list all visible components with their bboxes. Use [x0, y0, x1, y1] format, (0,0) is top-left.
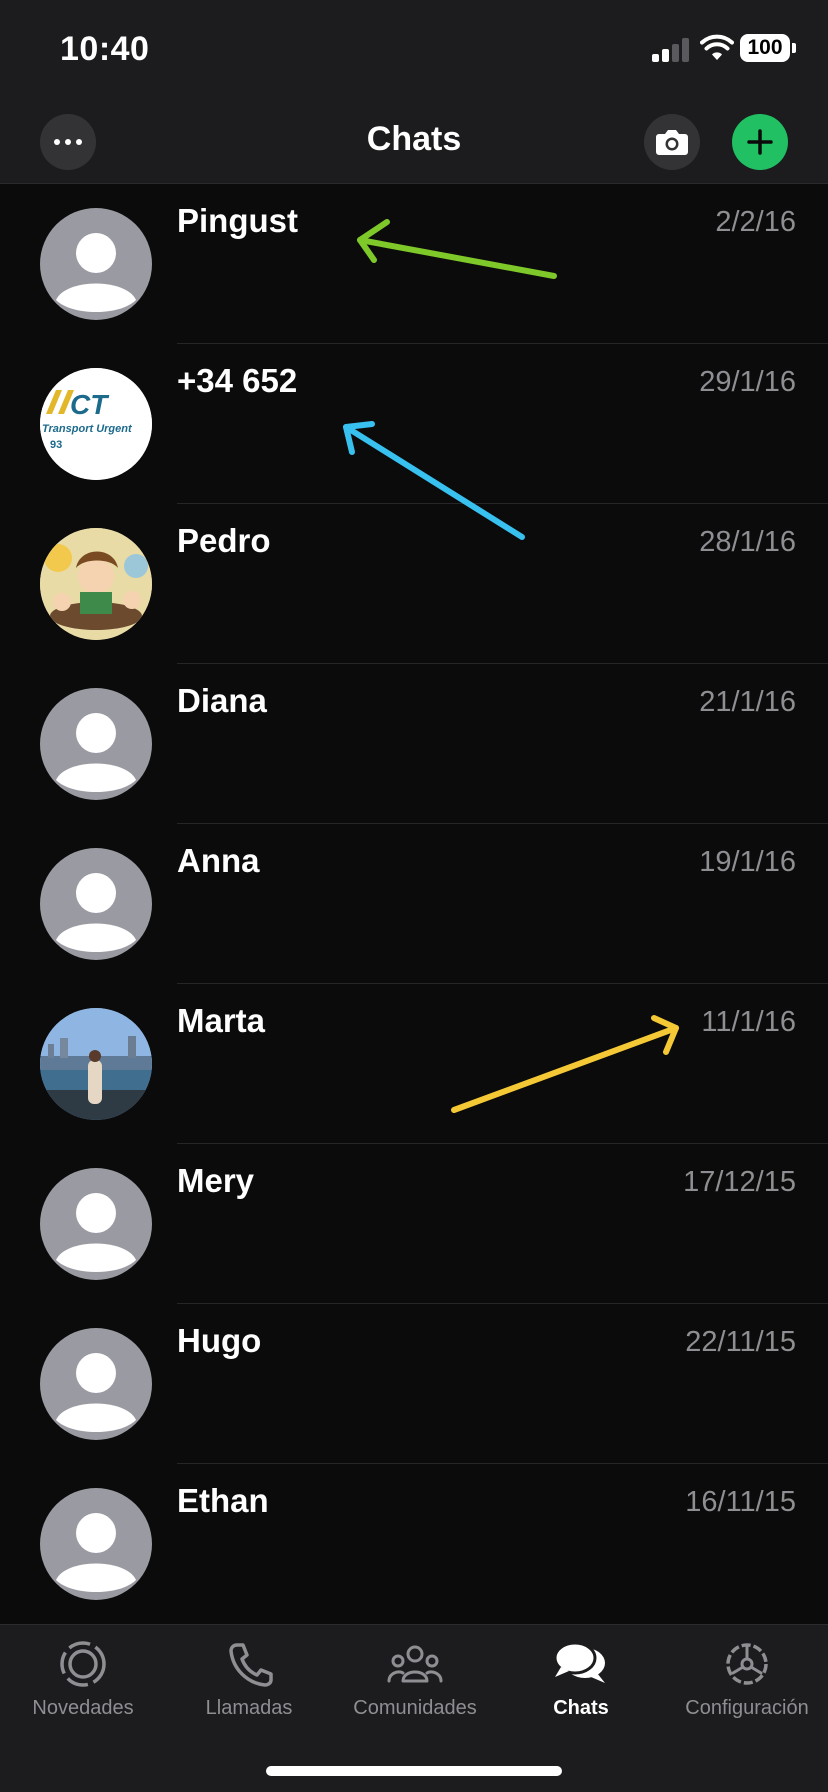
- chat-name: Hugo: [177, 1322, 262, 1359]
- status-bar: 10:40 100: [0, 0, 828, 100]
- status-time: 10:40: [60, 30, 150, 68]
- chat-name: Diana: [177, 682, 267, 719]
- new-chat-button[interactable]: [732, 114, 788, 170]
- svg-text:CT: CT: [70, 389, 110, 420]
- chat-row-marta[interactable]: Marta 11/1/16: [0, 984, 828, 1144]
- tab-label: Novedades: [32, 1697, 134, 1719]
- tab-configuracion[interactable]: Configuración: [664, 1639, 828, 1720]
- logo-text: 93: [50, 439, 62, 451]
- chat-date: 28/1/16: [699, 526, 796, 558]
- tab-llamadas[interactable]: Llamadas: [166, 1639, 332, 1720]
- cartoon-avatar: [40, 528, 152, 640]
- chat-name: Marta: [177, 1002, 266, 1039]
- chat-row-hugo[interactable]: Hugo 22/11/15: [0, 1304, 828, 1464]
- home-indicator[interactable]: [266, 1766, 562, 1776]
- chat-date: 19/1/16: [699, 846, 796, 878]
- settings-icon: [726, 1643, 768, 1685]
- chat-row-anna[interactable]: Anna 19/1/16: [0, 824, 828, 984]
- default-avatar-icon: [40, 1488, 152, 1600]
- chat-name: Pingust: [177, 202, 298, 239]
- tab-novedades[interactable]: Novedades: [0, 1639, 166, 1720]
- default-avatar-icon: [40, 688, 152, 800]
- battery-tip: [792, 43, 796, 53]
- chat-date: 29/1/16: [699, 366, 796, 398]
- chat-name: Pedro: [177, 522, 271, 559]
- chat-list: Pingust 2/2/16 CT Transport Urgent 93 +3…: [0, 184, 828, 1624]
- tab-label: Comunidades: [353, 1697, 477, 1719]
- chat-date: 17/12/15: [683, 1166, 796, 1198]
- default-avatar-icon: [40, 1328, 152, 1440]
- chat-date: 11/1/16: [701, 1006, 796, 1038]
- default-avatar-icon: [40, 848, 152, 960]
- default-avatar-icon: [40, 208, 152, 320]
- signal-icon: [652, 38, 692, 62]
- chat-row-diana[interactable]: Diana 21/1/16: [0, 664, 828, 824]
- battery-icon: 100: [740, 34, 790, 62]
- chat-name: Ethan: [177, 1482, 269, 1519]
- nav-header: Chats: [0, 100, 828, 184]
- chat-row-phone-number[interactable]: CT Transport Urgent 93 +34 652 29/1/16: [0, 344, 828, 504]
- tab-label: Chats: [553, 1697, 609, 1719]
- chat-row-pedro[interactable]: Pedro 28/1/16: [0, 504, 828, 664]
- chat-date: 22/11/15: [685, 1326, 796, 1358]
- chat-date: 21/1/16: [699, 686, 796, 718]
- phone-icon: [229, 1643, 273, 1687]
- page-title: Chats: [366, 120, 462, 158]
- svg-text:Transport Urgent: Transport Urgent: [42, 423, 133, 435]
- chat-name: +34 652: [177, 362, 298, 399]
- photo-avatar: [40, 1008, 152, 1120]
- chats-icon: [553, 1641, 605, 1683]
- tab-comunidades[interactable]: Comunidades: [332, 1639, 498, 1720]
- chat-row-ethan[interactable]: Ethan 16/11/15: [0, 1464, 828, 1624]
- camera-icon: [656, 130, 688, 155]
- chat-name: Anna: [177, 842, 260, 879]
- tab-label: Llamadas: [205, 1697, 293, 1719]
- wifi-icon: [700, 34, 734, 60]
- chat-row-pingust[interactable]: Pingust 2/2/16: [0, 184, 828, 344]
- communities-icon: [387, 1645, 443, 1683]
- default-avatar-icon: [40, 1168, 152, 1280]
- tab-label: Configuración: [685, 1697, 809, 1719]
- chat-date: 16/11/15: [685, 1486, 796, 1518]
- chat-name: Mery: [177, 1162, 255, 1199]
- tab-chats[interactable]: Chats: [498, 1639, 664, 1720]
- logo-avatar: CT Transport Urgent 93: [40, 368, 152, 480]
- status-icon: [60, 1641, 106, 1687]
- plus-icon: [747, 129, 773, 155]
- camera-button[interactable]: [644, 114, 700, 170]
- chat-row-mery[interactable]: Mery 17/12/15: [0, 1144, 828, 1304]
- chat-date: 2/2/16: [715, 206, 796, 238]
